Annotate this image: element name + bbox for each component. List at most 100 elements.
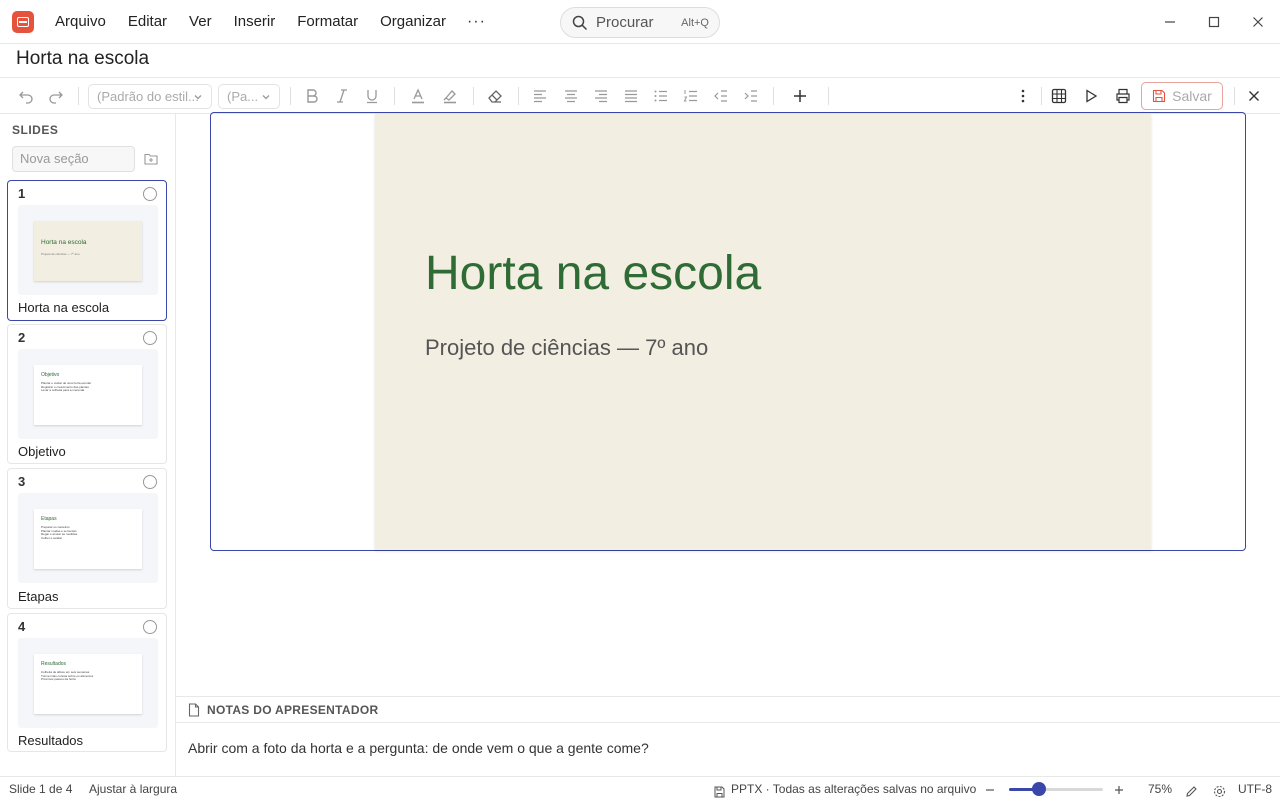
- slide-subtitle[interactable]: Projeto de ciências — 7º ano: [425, 335, 708, 361]
- align-left-button[interactable]: [529, 78, 551, 114]
- plus-icon: [1115, 785, 1123, 794]
- vertical-dots-icon: [1021, 89, 1025, 103]
- chevron-down-icon: [262, 95, 270, 100]
- zoom-in-button[interactable]: [1114, 777, 1124, 801]
- menu-ver[interactable]: Ver: [178, 0, 223, 44]
- underline-button[interactable]: [361, 78, 383, 114]
- search-box[interactable]: Procurar Alt+Q: [560, 7, 720, 38]
- slide-select-radio[interactable]: [143, 475, 157, 489]
- search-shortcut: Alt+Q: [681, 16, 709, 29]
- add-section-button[interactable]: [140, 148, 162, 170]
- italic-icon: [337, 89, 347, 103]
- zoom-out-button[interactable]: [985, 777, 995, 801]
- bold-icon: [307, 89, 318, 103]
- menu-arquivo[interactable]: Arquivo: [44, 0, 117, 44]
- slide-position: Slide 1 de 4: [9, 782, 73, 796]
- new-section-input[interactable]: Nova seção: [12, 146, 135, 172]
- outdent-icon: [714, 90, 727, 102]
- font-size-select[interactable]: (Pa...: [218, 84, 280, 109]
- slide-preview-frame: Objetivo Plantar e cuidar de uma horta e…: [18, 349, 158, 439]
- align-right-icon: [595, 90, 607, 103]
- present-button[interactable]: [1080, 78, 1102, 114]
- bold-button[interactable]: [301, 78, 323, 114]
- slide-thumbnail-4[interactable]: 4 Resultados Colheita de alface em seis …: [7, 613, 167, 752]
- paragraph-style-value: (Padrão do estil...: [97, 89, 199, 104]
- close-window-button[interactable]: [1236, 0, 1280, 44]
- highlight-button[interactable]: [439, 78, 461, 114]
- menu-formatar[interactable]: Formatar: [286, 0, 369, 44]
- italic-button[interactable]: [331, 78, 353, 114]
- menu-inserir[interactable]: Inserir: [223, 0, 287, 44]
- preview-title: Objetivo: [41, 372, 60, 378]
- zoom-slider[interactable]: [1009, 782, 1103, 796]
- zoom-slider-handle[interactable]: [1032, 782, 1046, 796]
- slide-number: 4: [18, 619, 26, 634]
- preview-line: Colher e avaliar: [41, 535, 63, 540]
- window-controls: [1148, 0, 1280, 44]
- edit-pencil-icon[interactable]: [1185, 782, 1198, 806]
- more-options-button[interactable]: [1012, 78, 1034, 114]
- slide-editor: Horta na escola Projeto de ciências — 7º…: [176, 112, 1280, 696]
- slide-preview-frame: Resultados Colheita de alface em seis se…: [18, 638, 158, 728]
- slide-thumbnail-2[interactable]: 2 Objetivo Plantar e cuidar de uma horta…: [7, 324, 167, 464]
- menu-editar[interactable]: Editar: [117, 0, 178, 44]
- slide-stage[interactable]: Horta na escola Projeto de ciências — 7º…: [210, 112, 1246, 551]
- text-color-button[interactable]: [407, 78, 429, 114]
- undo-button[interactable]: [15, 78, 37, 114]
- menu-organizar[interactable]: Organizar: [369, 0, 457, 44]
- close-editor-button[interactable]: [1243, 78, 1265, 114]
- paragraph-style-select[interactable]: (Padrão do estil...: [88, 84, 212, 109]
- insert-button[interactable]: [789, 78, 811, 114]
- indent-icon: [744, 90, 757, 102]
- decrease-indent-button[interactable]: [710, 78, 732, 114]
- speaker-notes-panel: NOTAS DO APRESENTADOR Abrir com a foto d…: [176, 696, 1280, 776]
- align-center-button[interactable]: [560, 78, 582, 114]
- preview-title: Etapas: [41, 516, 57, 522]
- document-title[interactable]: Horta na escola: [16, 48, 149, 70]
- slide-number: 3: [18, 474, 26, 489]
- zoom-level[interactable]: 75%: [1148, 777, 1172, 801]
- justify-button[interactable]: [620, 78, 642, 114]
- maximize-icon: [1208, 16, 1220, 28]
- slide-thumbnail-1[interactable]: 1 Horta na escola Projeto de ciências — …: [7, 180, 167, 321]
- slide-thumbnail-3[interactable]: 3 Etapas Preparar os canteiros Plantar m…: [7, 468, 167, 609]
- slide-select-radio[interactable]: [143, 187, 157, 201]
- print-button[interactable]: [1112, 78, 1134, 114]
- insert-table-button[interactable]: [1048, 78, 1070, 114]
- preview-line: Levar a colheita para a merenda: [41, 388, 85, 393]
- fit-width-button[interactable]: Ajustar à largura: [89, 777, 177, 801]
- speaker-notes-text[interactable]: Abrir com a foto da horta e a pergunta: …: [188, 740, 649, 756]
- redo-button[interactable]: [45, 78, 67, 114]
- preview-line: Próximos passos da horta: [41, 677, 76, 682]
- maximize-button[interactable]: [1192, 0, 1236, 44]
- preview-lines: Plantar e cuidar de uma horta escolar Re…: [41, 381, 91, 393]
- align-justify-icon: [625, 90, 637, 103]
- bullet-list-icon: [654, 90, 667, 102]
- slide-preview: Horta na escola Projeto de ciências — 7º…: [34, 221, 142, 281]
- bullet-list-button[interactable]: [650, 78, 672, 114]
- save-button[interactable]: Salvar: [1141, 82, 1223, 110]
- numbered-list-button[interactable]: [680, 78, 702, 114]
- close-icon: [1249, 91, 1259, 101]
- slide-select-radio[interactable]: [143, 331, 157, 345]
- play-icon: [1086, 89, 1098, 103]
- slide-select-radio[interactable]: [143, 620, 157, 634]
- document-icon: [188, 702, 200, 717]
- align-right-button[interactable]: [590, 78, 612, 114]
- clear-formatting-button[interactable]: [484, 78, 506, 114]
- title-bar: Arquivo Editar Ver Inserir Formatar Orga…: [0, 0, 1280, 44]
- encoding-label[interactable]: UTF-8: [1238, 777, 1272, 801]
- slides-panel: SLIDES Nova seção 1 Horta na escola Proj…: [0, 114, 176, 776]
- search-icon: [572, 15, 588, 30]
- text-color-icon: [412, 88, 424, 104]
- undo-icon: [19, 91, 33, 104]
- speaker-notes-header[interactable]: NOTAS DO APRESENTADOR: [176, 697, 1280, 723]
- slide-title[interactable]: Horta na escola: [425, 246, 761, 301]
- slide-canvas[interactable]: Horta na escola Projeto de ciências — 7º…: [375, 114, 1151, 550]
- menu-bar: Arquivo Editar Ver Inserir Formatar Orga…: [44, 0, 496, 44]
- highlighter-icon: [443, 90, 456, 104]
- menu-more-button[interactable]: ···: [457, 13, 496, 31]
- settings-gear-icon[interactable]: [1213, 782, 1226, 806]
- minimize-button[interactable]: [1148, 0, 1192, 44]
- increase-indent-button[interactable]: [740, 78, 762, 114]
